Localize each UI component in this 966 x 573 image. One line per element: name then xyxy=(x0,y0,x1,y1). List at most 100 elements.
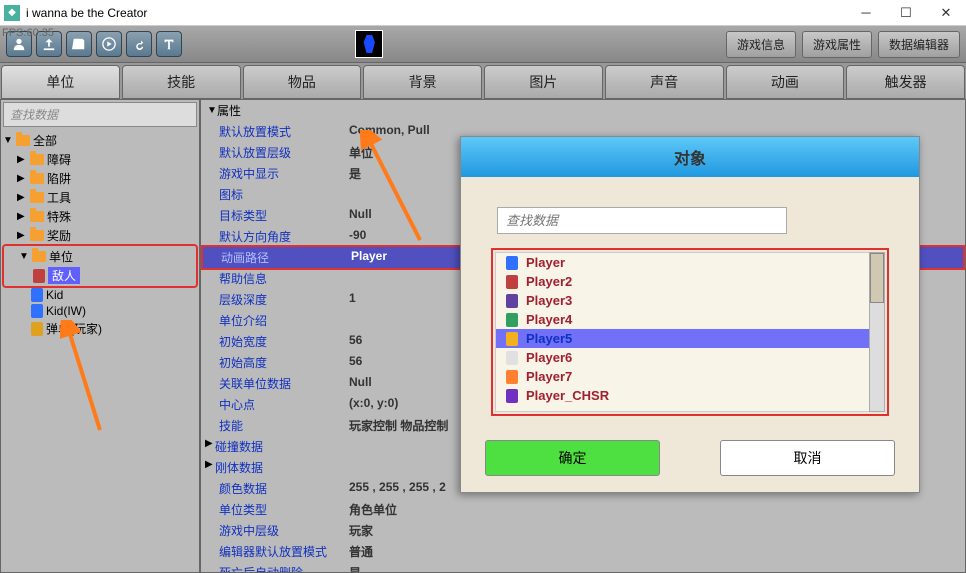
prop-label: 图标 xyxy=(219,186,349,203)
app-icon: ◆ xyxy=(4,5,20,21)
dialog-item-label: Player2 xyxy=(526,274,572,289)
dialog-list-item[interactable]: Player5 xyxy=(496,329,884,348)
prop-header[interactable]: ▼属性 xyxy=(201,100,965,121)
play-icon[interactable] xyxy=(96,31,122,57)
tab-anim[interactable]: 动画 xyxy=(726,65,845,99)
tree-item-kidiw[interactable]: Kid(IW) xyxy=(3,303,197,319)
cancel-button[interactable]: 取消 xyxy=(720,440,895,476)
tree-item-enemy[interactable]: 敌人 xyxy=(5,266,195,285)
prop-value: (x:0, y:0) xyxy=(349,396,398,413)
sidebar: 查找数据 ▼全部 ▶障碍 ▶陷阱 ▶工具 ▶特殊 ▶奖励 ▼单位 敌人 Kid … xyxy=(0,99,200,573)
tab-trigger[interactable]: 触发器 xyxy=(846,65,965,99)
minimize-button[interactable]: ─ xyxy=(846,0,886,26)
prop-value: 普通 xyxy=(349,543,373,560)
prop-value: Common, Pull xyxy=(349,123,430,140)
tree-unit-folder[interactable]: ▼单位 xyxy=(5,247,195,266)
tree-item-bullet[interactable]: 弹单(玩家) xyxy=(3,319,197,338)
prop-label: 技能 xyxy=(219,417,349,434)
prop-label: 关联单位数据 xyxy=(219,375,349,392)
text-icon[interactable] xyxy=(156,31,182,57)
tab-bg[interactable]: 背景 xyxy=(363,65,482,99)
prop-row[interactable]: 游戏中层级玩家 xyxy=(201,520,965,541)
prop-label: 编辑器默认放置模式 xyxy=(219,543,349,560)
tree-item-kid[interactable]: Kid xyxy=(3,287,197,303)
prop-value: 玩家控制 物品控制 xyxy=(349,417,448,434)
prop-label: 动画路径 xyxy=(221,249,351,266)
tree-folder[interactable]: ▶工具 xyxy=(3,188,197,207)
dialog-search xyxy=(491,207,889,234)
scrollbar-thumb[interactable] xyxy=(870,253,884,303)
prop-label: 中心点 xyxy=(219,396,349,413)
prop-row[interactable]: 单位类型角色单位 xyxy=(201,499,965,520)
tree-folder[interactable]: ▶陷阱 xyxy=(3,169,197,188)
fps-counter: FPS:60.35 xyxy=(2,27,54,39)
ok-button[interactable]: 确定 xyxy=(485,440,660,476)
prop-label: 帮助信息 xyxy=(219,270,349,287)
tab-unit[interactable]: 单位 xyxy=(1,65,120,99)
prop-value: Null xyxy=(349,375,372,392)
maximize-button[interactable]: ☐ xyxy=(886,0,926,26)
dialog-list-item[interactable]: Player2 xyxy=(496,272,884,291)
prop-value: 角色单位 xyxy=(349,501,397,518)
dialog-list-item[interactable]: Player_CHSR xyxy=(496,386,884,405)
sprite-icon xyxy=(506,332,518,346)
scrollbar[interactable] xyxy=(869,252,885,412)
player-preview[interactable] xyxy=(355,30,383,58)
sprite-icon xyxy=(506,370,518,384)
tab-sound[interactable]: 声音 xyxy=(605,65,724,99)
sprite-icon xyxy=(506,389,518,403)
sprite-icon xyxy=(506,313,518,327)
prop-label: 默认放置模式 xyxy=(219,123,349,140)
sidebar-search[interactable]: 查找数据 xyxy=(3,102,197,127)
prop-row[interactable]: 编辑器默认放置模式普通 xyxy=(201,541,965,562)
prop-value: -90 xyxy=(349,228,366,245)
prop-label: 默认方向角度 xyxy=(219,228,349,245)
tree-root[interactable]: ▼全部 xyxy=(3,131,197,150)
prop-label: 默认放置层级 xyxy=(219,144,349,161)
prop-label: 游戏中层级 xyxy=(219,522,349,539)
tab-skill[interactable]: 技能 xyxy=(122,65,241,99)
save-icon[interactable] xyxy=(66,31,92,57)
prop-label: 目标类型 xyxy=(219,207,349,224)
dialog-list-item[interactable]: Player4 xyxy=(496,310,884,329)
tree-folder[interactable]: ▶奖励 xyxy=(3,226,197,245)
dialog-list-item[interactable]: Player xyxy=(496,253,884,272)
sprite-icon xyxy=(506,294,518,308)
prop-value: 1 xyxy=(349,291,356,308)
prop-label: 游戏中显示 xyxy=(219,165,349,182)
tree-folder[interactable]: ▶障碍 xyxy=(3,150,197,169)
dialog-list-highlight: Player Player2 Player3Player4 Player5 Player… xyxy=(491,248,889,416)
titlebar: ◆ i wanna be the Creator ─ ☐ ✕ xyxy=(0,0,966,26)
tab-item[interactable]: 物品 xyxy=(243,65,362,99)
dialog-title: 对象 xyxy=(461,137,919,177)
tab-image[interactable]: 图片 xyxy=(484,65,603,99)
toolbar: 游戏信息 游戏属性 数据编辑器 xyxy=(0,26,966,62)
game-attr-button[interactable]: 游戏属性 xyxy=(802,31,872,58)
redo-icon[interactable] xyxy=(126,31,152,57)
dialog-item-label: Player xyxy=(526,255,565,270)
prop-label: 刚体数据 xyxy=(215,459,345,476)
sprite-icon xyxy=(506,256,518,270)
dialog-list-item[interactable]: Player6 xyxy=(496,348,884,367)
dialog-search-input[interactable] xyxy=(497,207,787,234)
prop-value: 是 xyxy=(349,165,361,182)
main-tabs: 单位 技能 物品 背景 图片 声音 动画 触发器 xyxy=(0,62,966,99)
prop-value: 玩家 xyxy=(349,522,373,539)
dialog-list[interactable]: Player Player2 Player3Player4 Player5 Player… xyxy=(495,252,885,412)
dialog-item-label: Player6 xyxy=(526,350,572,365)
game-info-button[interactable]: 游戏信息 xyxy=(726,31,796,58)
prop-label: 单位类型 xyxy=(219,501,349,518)
close-button[interactable]: ✕ xyxy=(926,0,966,26)
prop-label: 层级深度 xyxy=(219,291,349,308)
prop-value: 255 , 255 , 255 , 2 xyxy=(349,480,446,497)
dialog-list-item[interactable]: Player7 xyxy=(496,367,884,386)
window-title: i wanna be the Creator xyxy=(26,6,846,20)
prop-value: 56 xyxy=(349,333,362,350)
dialog-list-item[interactable]: Player3 xyxy=(496,291,884,310)
prop-label: 初始高度 xyxy=(219,354,349,371)
tree-folder[interactable]: ▶特殊 xyxy=(3,207,197,226)
prop-row[interactable]: 死亡后自动删除是 xyxy=(201,562,965,573)
tree-highlight: ▼单位 敌人 xyxy=(2,244,198,288)
data-editor-button[interactable]: 数据编辑器 xyxy=(878,31,960,58)
dialog-item-label: Player5 xyxy=(526,331,572,346)
